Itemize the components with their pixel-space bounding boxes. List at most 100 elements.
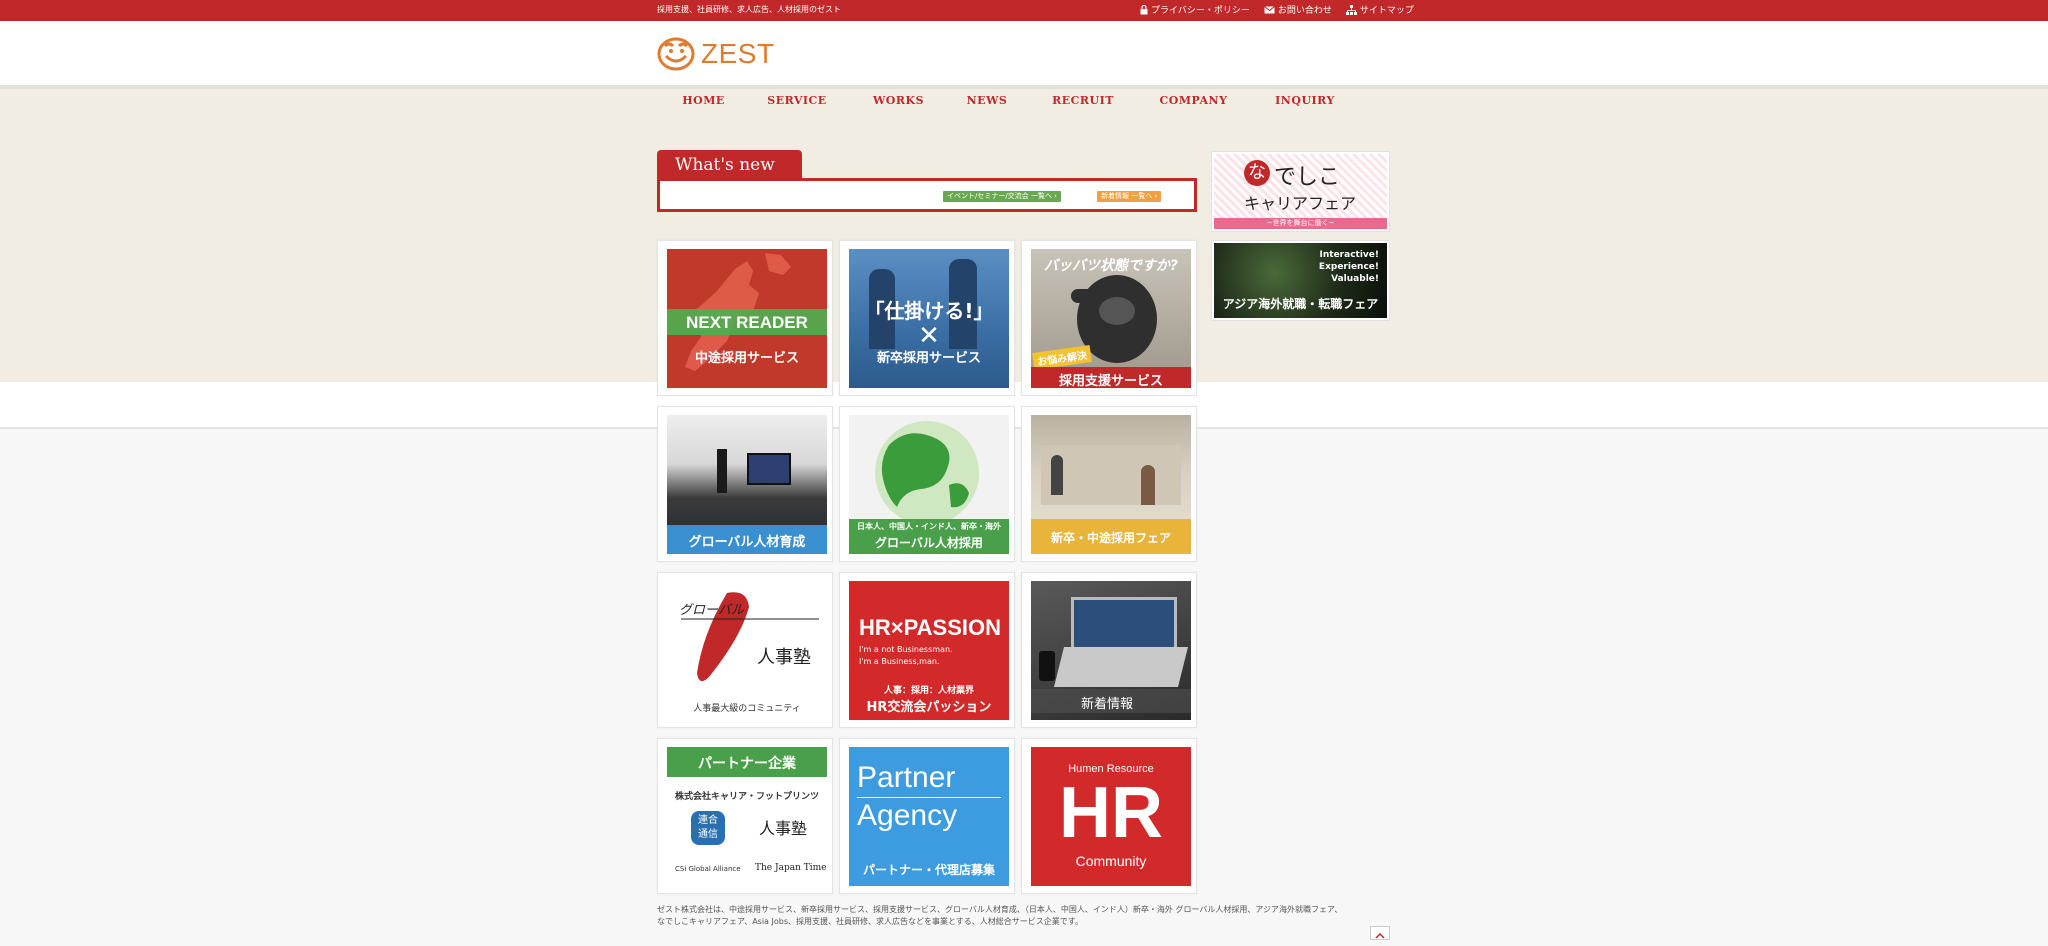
next-reader-image: NEXT READER 中途採用サービス bbox=[667, 249, 827, 388]
partners-image: パートナー企業 株式会社キャリア・フットプリンツ 連合 通信 人事塾 CSi G… bbox=[667, 747, 827, 886]
tile-shikakeru[interactable]: 「仕掛ける!」 ✕ 新卒採用サービス bbox=[839, 240, 1015, 396]
nav-inquiry[interactable]: INQUIRY bbox=[1250, 94, 1360, 107]
gorilla-title: バッバツ状態ですか? bbox=[1043, 258, 1179, 274]
nav-recruit[interactable]: RECRUIT bbox=[1029, 94, 1137, 107]
top-bar: 採用支援、社員研修、求人広告、人材採用のゼスト プライバシー・ポリシー お問い合… bbox=[0, 0, 2048, 21]
asia-fair-banner[interactable]: Interactive! Experience! Valuable! アジア海外… bbox=[1211, 240, 1390, 321]
global-training-caption: グローバル人材育成 bbox=[688, 535, 806, 550]
partner-agency-line1: Partner bbox=[857, 761, 956, 794]
presenter-figure bbox=[717, 449, 727, 493]
hr-community-bottom: Community bbox=[1075, 853, 1147, 869]
tile-fair[interactable]: 新卒・中途採用フェア bbox=[1021, 406, 1197, 562]
tile-global-jinji[interactable]: グローバル 人事塾 人事最大級のコミュニティ bbox=[657, 572, 833, 728]
fair-person-2 bbox=[1141, 465, 1155, 505]
global-jinji-brush2: 人事塾 bbox=[757, 647, 811, 668]
asia-caption: アジア海外就職・転職フェア bbox=[1222, 297, 1379, 311]
news-image: 新着情報 bbox=[1031, 581, 1191, 720]
gorilla-image: バッバツ状態ですか? お悩み解決 採用支援サービス bbox=[1031, 249, 1191, 388]
global-jinji-brush: グローバル bbox=[679, 603, 744, 618]
nav-home[interactable]: HOME bbox=[665, 94, 742, 107]
smiley-logo-icon bbox=[657, 37, 695, 71]
partners-brush: 人事塾 bbox=[759, 819, 808, 838]
partners-times: The Japan Times bbox=[755, 863, 827, 873]
nadeshiko-line2: キャリアフェア bbox=[1244, 194, 1357, 213]
main-nav: HOME SERVICE WORKS NEWS RECRUIT COMPANY … bbox=[665, 94, 1360, 107]
hr-passion-image: HR×PASSION I'm a not Businessman. I'm a … bbox=[849, 581, 1009, 720]
sitemap-label: サイトマップ bbox=[1359, 6, 1414, 16]
asia-fair-image: Interactive! Experience! Valuable! アジア海外… bbox=[1214, 243, 1387, 318]
nav-works[interactable]: WORKS bbox=[852, 94, 945, 107]
fair-image: 新卒・中途採用フェア bbox=[1031, 415, 1191, 554]
sitemap-link[interactable]: サイトマップ bbox=[1345, 3, 1414, 16]
gorilla-caption: 採用支援サービス bbox=[1058, 374, 1163, 388]
whats-new-box: イベント/セミナー/交流会 一覧へ › 新着情報 一覧へ › bbox=[657, 178, 1197, 212]
laptop-keyboard bbox=[1054, 647, 1188, 687]
contact-label: お問い合わせ bbox=[1277, 6, 1332, 16]
page-top-button[interactable] bbox=[1370, 926, 1390, 940]
laptop-screen bbox=[1071, 597, 1177, 653]
utility-links: プライバシー・ポリシー お問い合わせ サイトマップ bbox=[1140, 3, 1414, 16]
partners-badge-icon: 連合 通信 bbox=[691, 811, 725, 845]
global-hiring-caption: グローバル人材採用 bbox=[875, 536, 983, 550]
phone-device bbox=[1039, 651, 1055, 681]
partner-agency-image: Partner Agency パートナー・代理店募集 bbox=[849, 747, 1009, 886]
nadeshiko-image: な でしこ キャリアフェア ~世界を舞台に働く~ bbox=[1214, 154, 1387, 229]
shikakeru-image: 「仕掛ける!」 ✕ 新卒採用サービス bbox=[849, 249, 1009, 388]
logo-wordmark: ZEST bbox=[701, 38, 775, 69]
tile-global-hiring[interactable]: 日本人、中国人・インド人、新卒・海外 グローバル人材採用 bbox=[839, 406, 1015, 562]
hr-community-image: Humen Resource HR Community bbox=[1031, 747, 1191, 886]
hr-passion-line1: I'm a not Businessman. bbox=[859, 645, 953, 654]
tile-hr-passion[interactable]: HR×PASSION I'm a not Businessman. I'm a … bbox=[839, 572, 1015, 728]
next-reader-caption: 中途採用サービス bbox=[694, 351, 799, 366]
classroom-screen bbox=[747, 453, 791, 485]
hr-passion-caption: HR交流会パッション bbox=[866, 700, 992, 715]
nav-news[interactable]: NEWS bbox=[945, 94, 1029, 107]
partners-title: パートナー企業 bbox=[698, 756, 796, 772]
hr-passion-sub: 人事：採用：人材業界 bbox=[883, 686, 974, 696]
partners-alliance: CSi Global Alliance bbox=[675, 865, 741, 873]
nadeshiko-title: でしこ bbox=[1274, 165, 1341, 190]
footer-line-2: なでしこキャリアフェア、Asia Jobs、採用支援、社員研修、求人広告などを事… bbox=[657, 917, 1083, 926]
lock-icon bbox=[1140, 4, 1148, 14]
tile-partner-agency[interactable]: Partner Agency パートナー・代理店募集 bbox=[839, 738, 1015, 894]
shikakeru-title: 「仕掛ける!」 bbox=[864, 299, 994, 323]
news-list-button[interactable]: 新着情報 一覧へ › bbox=[1097, 191, 1162, 202]
tile-gorilla[interactable]: バッバツ状態ですか? お悩み解決 採用支援サービス bbox=[1021, 240, 1197, 396]
nadeshiko-banner[interactable]: な でしこ キャリアフェア ~世界を舞台に働く~ bbox=[1211, 151, 1390, 232]
asia-tag-3: Valuable! bbox=[1331, 274, 1379, 284]
global-jinji-caption: 人事最大級のコミュニティ bbox=[693, 704, 801, 714]
contact-link[interactable]: お問い合わせ bbox=[1264, 3, 1332, 16]
fair-person-1 bbox=[1051, 455, 1063, 495]
sitemap-icon bbox=[1345, 4, 1357, 15]
asia-tag-2: Experience! bbox=[1318, 262, 1379, 272]
site-header bbox=[0, 21, 2048, 89]
global-hiring-subcaption: 日本人、中国人・インド人、新卒・海外 bbox=[857, 522, 1001, 531]
whats-new-title: What's new bbox=[675, 155, 775, 175]
nav-company[interactable]: COMPANY bbox=[1137, 94, 1250, 107]
nav-service[interactable]: SERVICE bbox=[742, 94, 852, 107]
tile-next-reader[interactable]: NEXT READER 中途採用サービス bbox=[657, 240, 833, 396]
tile-partners[interactable]: パートナー企業 株式会社キャリア・フットプリンツ 連合 通信 人事塾 CSi G… bbox=[657, 738, 833, 894]
footer-description: ゼスト株式会社は、中途採用サービス、新卒採用サービス、採用支援サービス、グローバ… bbox=[657, 904, 1357, 928]
fair-caption: 新卒・中途採用フェア bbox=[1050, 531, 1171, 545]
event-list-button[interactable]: イベント/セミナー/交流会 一覧へ › bbox=[943, 191, 1061, 202]
hr-community-big: HR bbox=[1059, 773, 1163, 853]
asia-tags: Interactive! Experience! Valuable! bbox=[1319, 249, 1379, 285]
tile-news[interactable]: 新着情報 bbox=[1021, 572, 1197, 728]
chevron-up-icon bbox=[1375, 932, 1385, 939]
news-caption: 新着情報 bbox=[1081, 697, 1134, 712]
next-reader-title: NEXT READER bbox=[686, 313, 808, 332]
privacy-link[interactable]: プライバシー・ポリシー bbox=[1140, 3, 1250, 16]
global-training-image: グローバル人材育成 bbox=[667, 415, 827, 554]
tile-hr-community[interactable]: Humen Resource HR Community bbox=[1021, 738, 1197, 894]
asia-tag-1: Interactive! bbox=[1319, 250, 1379, 260]
partner-agency-line2: Agency bbox=[857, 799, 958, 832]
nadeshiko-na: な bbox=[1244, 160, 1270, 186]
partner-agency-divider bbox=[857, 797, 1001, 798]
partners-company: 株式会社キャリア・フットプリンツ bbox=[674, 792, 819, 802]
whats-new-panel: イベント/セミナー/交流会 一覧へ › 新着情報 一覧へ › What's ne… bbox=[657, 150, 1197, 212]
site-tagline: 採用支援、社員研修、求人広告、人材採用のゼスト bbox=[657, 5, 841, 14]
zest-logo[interactable]: ZEST bbox=[657, 36, 775, 72]
mail-icon bbox=[1264, 5, 1275, 13]
tile-global-training[interactable]: グローバル人材育成 bbox=[657, 406, 833, 562]
